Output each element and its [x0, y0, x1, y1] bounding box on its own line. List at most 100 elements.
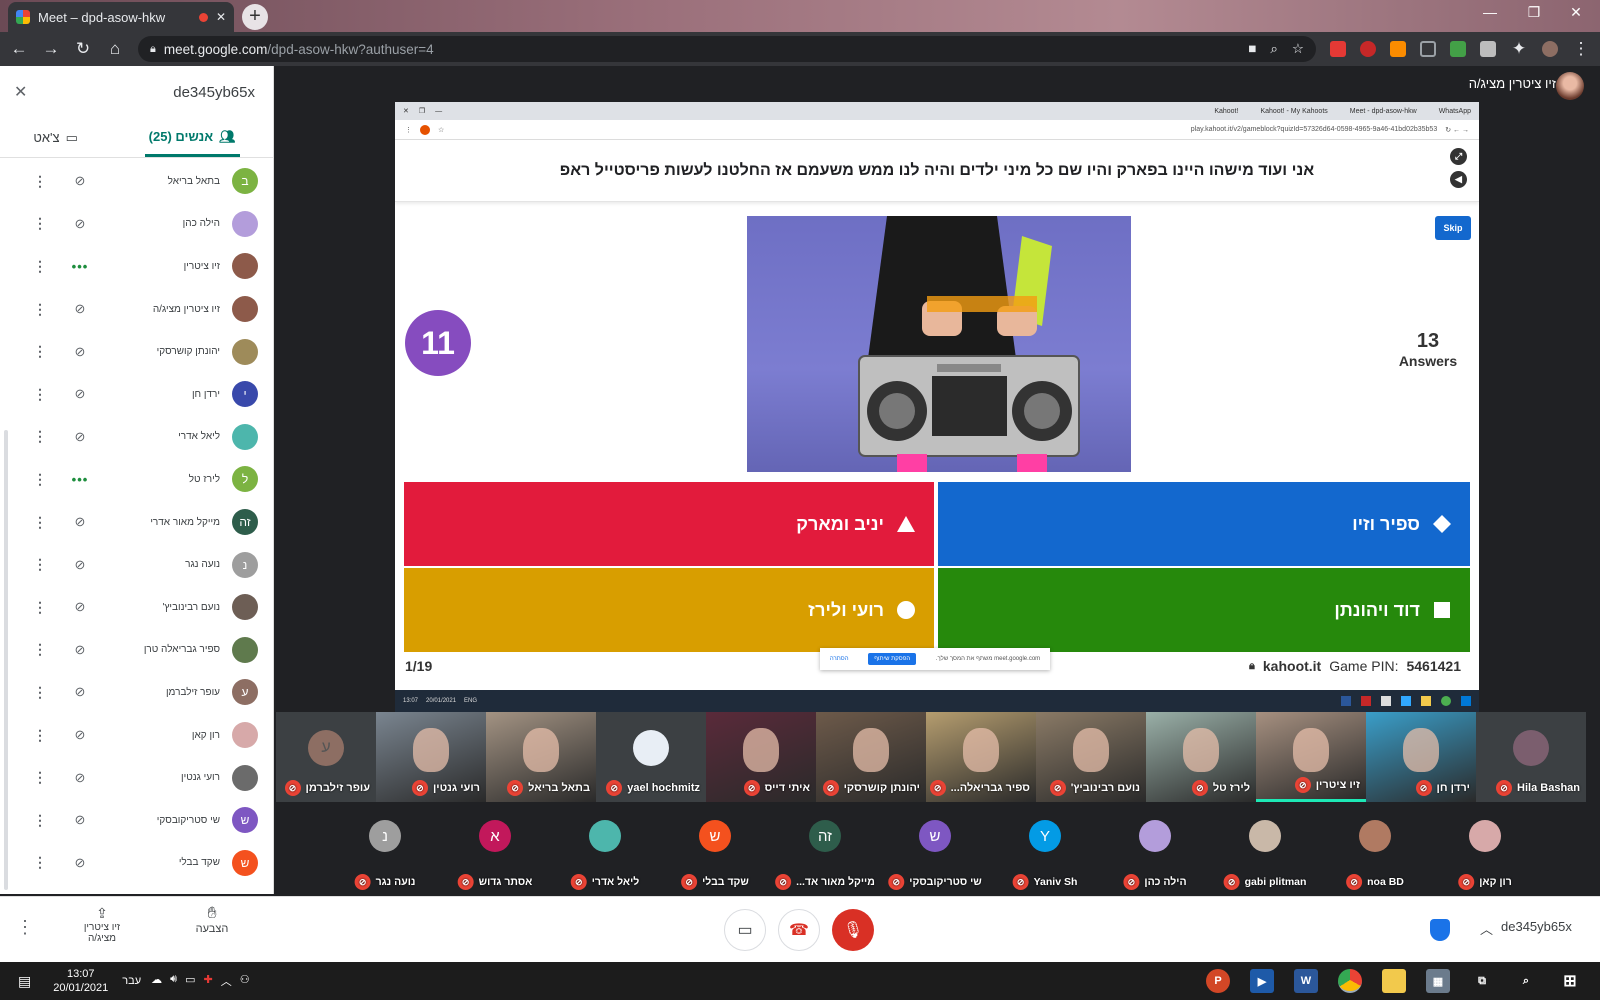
answer-red[interactable]: יניב ומארק — [404, 482, 934, 566]
participant-more-icon[interactable]: ⋮ — [30, 727, 50, 744]
participant-tile[interactable]: ש שקד בבלי ⊘ — [660, 808, 770, 896]
skip-button[interactable]: Skip — [1435, 216, 1471, 240]
participant-row[interactable]: ⋮ ⊘ ספיר גבריאלה טרן — [0, 629, 274, 672]
participant-row[interactable]: ⋮ ⊘ הילה כהן — [0, 203, 274, 246]
participant-tile[interactable]: ספיר גבריאלה... ⊘ — [926, 712, 1036, 802]
window-close-button[interactable]: ✕ — [1556, 4, 1596, 21]
calculator-icon[interactable]: ▦ — [1426, 969, 1450, 993]
tab-close-button[interactable]: ✕ — [216, 10, 226, 24]
participant-tile[interactable]: yael hochmitz ⊘ — [596, 712, 706, 802]
stop-sharing-button[interactable]: הפסקת שיתוף — [868, 653, 917, 665]
participant-more-icon[interactable]: ⋮ — [30, 556, 50, 573]
participant-tile[interactable]: Hila Bashan ⊘ — [1476, 712, 1586, 802]
speaking-indicator-icon[interactable]: ••• — [50, 472, 110, 487]
mic-muted-icon[interactable]: ⊘ — [50, 344, 110, 360]
zoom-icon[interactable]: ⌕ — [1270, 41, 1278, 57]
answer-blue[interactable]: ספיר וזיו — [938, 482, 1470, 566]
url-bar[interactable]: 🔒︎ meet.google.com/dpd-asow-hkw?authuser… — [138, 36, 1316, 62]
minimize-button[interactable]: — — [1470, 4, 1510, 20]
raise-hand-button[interactable]: ✋︎ הצבעה — [188, 905, 236, 935]
participant-more-icon[interactable]: ⋮ — [30, 428, 50, 445]
participant-tile[interactable]: זה מייקל מאור אד... ⊘ — [770, 808, 880, 896]
mic-muted-icon[interactable]: ⊘ — [50, 684, 110, 700]
start-windows-icon[interactable]: ⊞ — [1558, 969, 1582, 993]
participant-row[interactable]: ⋮ ••• לירז טל ל — [0, 458, 274, 501]
participant-row[interactable]: ⋮ ⊘ מייקל מאור אדרי זה — [0, 501, 274, 544]
new-tab-button[interactable]: + — [242, 4, 268, 30]
participant-tile[interactable]: noa BD ⊘ — [1320, 808, 1430, 896]
participant-tile[interactable]: הילה כהן ⊘ — [1100, 808, 1210, 896]
mic-muted-icon[interactable]: ⊘ — [50, 727, 110, 743]
video-app-icon[interactable]: ▶ — [1250, 969, 1274, 993]
participant-tile[interactable]: זיו ציטרין ⊘ — [1256, 712, 1366, 802]
participant-more-icon[interactable]: ⋮ — [30, 343, 50, 360]
participant-row[interactable]: ⋮ ⊘ עופר זילברמן ע — [0, 671, 274, 714]
chrome-menu-icon[interactable]: ⋮ — [1572, 39, 1590, 59]
presenting-button[interactable]: ⇪ זיו ציטרין מציג/ה — [78, 905, 126, 944]
participant-more-icon[interactable]: ⋮ — [30, 641, 50, 658]
participant-tile[interactable]: רועי גנטין ⊘ — [376, 712, 486, 802]
action-center-icon[interactable]: ▤ — [18, 973, 31, 990]
participant-more-icon[interactable]: ⋮ — [30, 301, 50, 318]
people-tray-icon[interactable]: ⚇ — [240, 973, 250, 989]
more-options-icon[interactable]: ⋮ — [16, 917, 34, 938]
bookmark-star-icon[interactable]: ☆ — [1292, 41, 1304, 57]
network-icon[interactable]: ▭ — [185, 973, 195, 989]
powerpoint-icon[interactable]: P — [1206, 969, 1230, 993]
reload-icon[interactable]: ↻ — [74, 39, 92, 59]
camera-toggle-button[interactable]: ▭ — [724, 909, 766, 951]
participant-row[interactable]: ⋮ ⊘ בתאל בריאל ב — [0, 160, 274, 203]
extensions-puzzle-icon[interactable]: ✦ — [1510, 39, 1528, 59]
participant-tile[interactable]: Y Yaniv Sh ⊘ — [990, 808, 1100, 896]
participant-row[interactable]: ⋮ ⊘ נועם רבינוביץ' — [0, 586, 274, 629]
participant-tile[interactable]: ירדן חן ⊘ — [1366, 712, 1476, 802]
chrome-icon[interactable] — [1338, 969, 1362, 993]
hide-notice-button[interactable]: הסתרה — [830, 656, 849, 662]
extension-hand-icon[interactable] — [1360, 41, 1376, 57]
input-language[interactable]: עבר — [122, 975, 141, 987]
participant-more-icon[interactable]: ⋮ — [30, 471, 50, 488]
panel-scrollbar[interactable] — [4, 430, 8, 890]
participant-more-icon[interactable]: ⋮ — [30, 599, 50, 616]
participant-row[interactable]: ⋮ ⊘ ליאל אדרי — [0, 416, 274, 459]
meeting-details-button[interactable]: ︿ de345yb65x — [1480, 919, 1572, 938]
onedrive-icon[interactable]: ☁︎ — [151, 973, 162, 989]
word-icon[interactable]: W — [1294, 969, 1318, 993]
participant-more-icon[interactable]: ⋮ — [30, 215, 50, 232]
extension-grid-icon[interactable] — [1420, 41, 1436, 57]
participant-tile[interactable]: לירז טל ⊘ — [1146, 712, 1256, 802]
participant-more-icon[interactable]: ⋮ — [30, 514, 50, 531]
participant-row[interactable]: ⋮ ⊘ נועה נגר נ — [0, 543, 274, 586]
participant-tile[interactable]: איתי דייס ⊘ — [706, 712, 816, 802]
home-icon[interactable]: ⌂ — [106, 39, 124, 59]
extension-key-icon[interactable] — [1390, 41, 1406, 57]
participant-row[interactable]: ⋮ ••• זיו ציטרין — [0, 245, 274, 288]
participant-tile[interactable]: א אסתר גדוש ⊘ — [440, 808, 550, 896]
fullscreen-icon[interactable]: ⤢ — [1450, 148, 1467, 165]
participant-row[interactable]: ⋮ ⊘ שי סטריקובסקי ש — [0, 799, 274, 842]
tab-people[interactable]: אנשים (25) 👥︎ — [144, 119, 240, 157]
acrobat-tray-icon[interactable]: ✚ — [204, 973, 213, 989]
mic-muted-icon[interactable]: ⊘ — [50, 855, 110, 871]
extension-green-icon[interactable] — [1450, 41, 1466, 57]
participant-tile[interactable]: נ נועה נגר ⊘ — [330, 808, 440, 896]
mic-muted-icon[interactable]: ⊘ — [50, 514, 110, 530]
file-explorer-icon[interactable] — [1382, 969, 1406, 993]
tab-chat[interactable]: צ'אט ▭ — [33, 130, 78, 146]
participant-row[interactable]: ⋮ ⊘ רועי גנטין — [0, 756, 274, 799]
mic-muted-icon[interactable]: ⊘ — [50, 216, 110, 232]
mic-muted-icon[interactable]: ⊘ — [50, 557, 110, 573]
security-shield-icon[interactable] — [1430, 919, 1450, 941]
participant-row[interactable]: ⋮ ⊘ זיו ציטרין מציג/ה — [0, 288, 274, 331]
forward-icon[interactable]: → — [42, 39, 60, 59]
mic-muted-icon[interactable]: ⊘ — [50, 770, 110, 786]
participant-row[interactable]: ⋮ ⊘ יהונתן קושרסקי — [0, 330, 274, 373]
participant-tile[interactable]: ע עופר זילברמן ⊘ — [276, 712, 376, 802]
extension-red-icon[interactable] — [1330, 41, 1346, 57]
search-icon[interactable]: ⌕ — [1514, 969, 1538, 993]
participant-more-icon[interactable]: ⋮ — [30, 258, 50, 275]
speaking-indicator-icon[interactable]: ••• — [50, 259, 110, 274]
tray-overflow-icon[interactable]: ︿ — [221, 973, 232, 989]
browser-tab[interactable]: Meet – dpd-asow-hkw ✕ — [8, 2, 234, 32]
participant-row[interactable]: ⋮ ⊘ ירדן חן י — [0, 373, 274, 416]
